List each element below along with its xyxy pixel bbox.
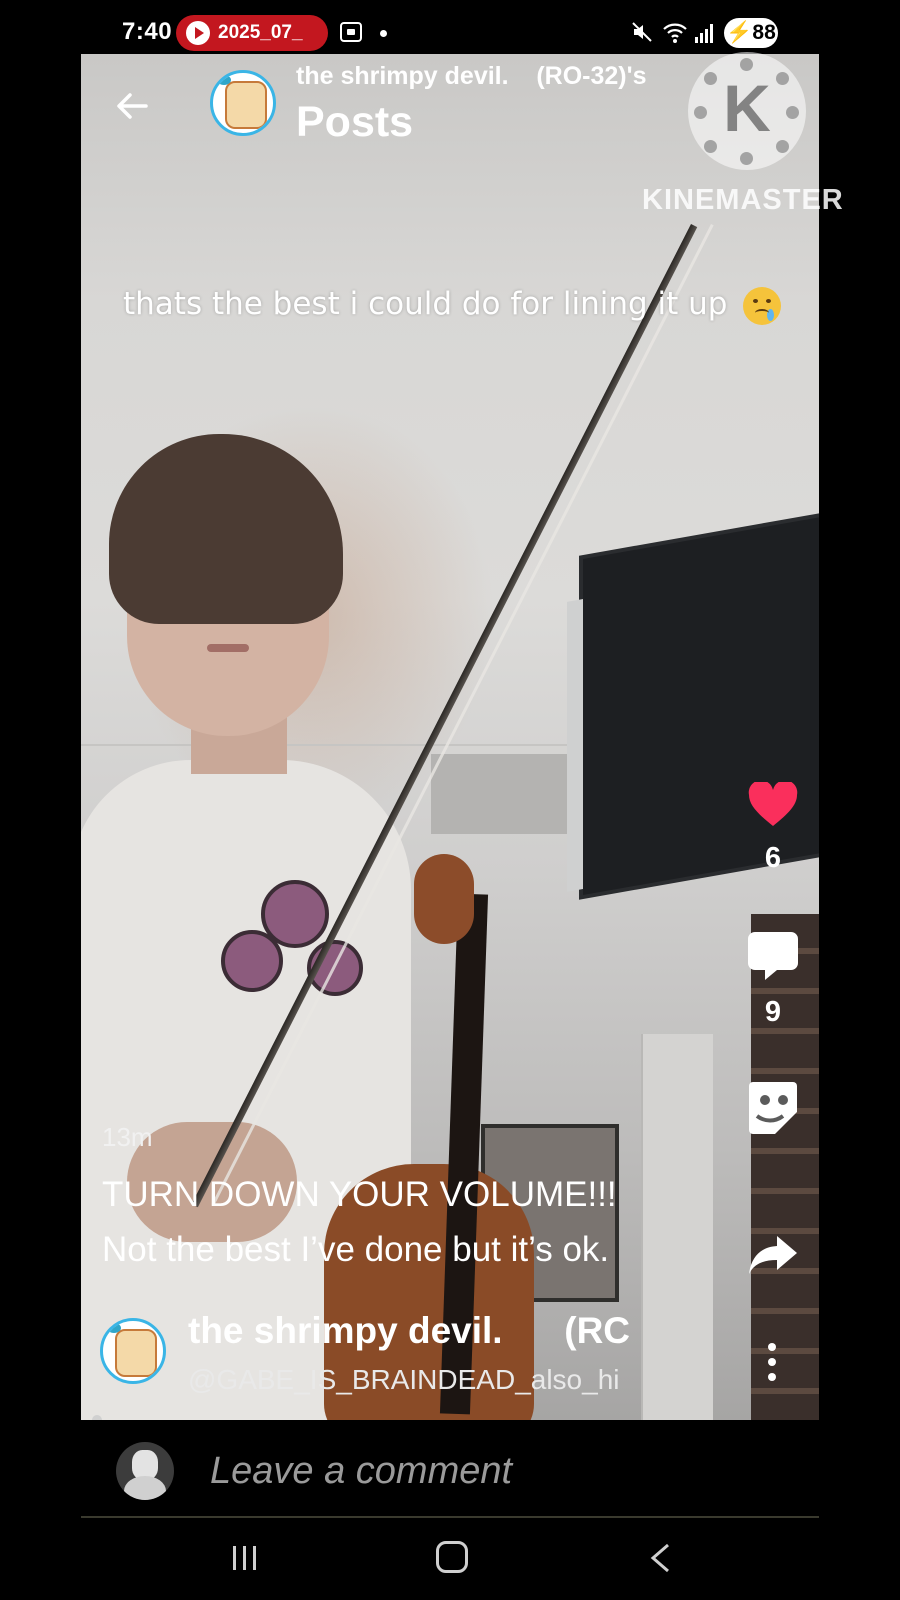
logo-dot	[740, 152, 753, 165]
kinemaster-logo: K	[688, 52, 806, 170]
video-player[interactable]: thats the best i could do for lining it …	[81, 54, 819, 1420]
avatar-graphic	[225, 81, 267, 129]
avatar-graphic	[115, 1329, 157, 1377]
page-title: Posts	[296, 98, 414, 146]
scene-stairs	[751, 914, 819, 1420]
header-subtitle: the shrimpy devil. (RO-32)'s	[296, 62, 647, 90]
kinemaster-watermark: KINEMASTER	[642, 184, 844, 216]
share-icon[interactable]	[747, 1234, 799, 1276]
battery-level: 88	[752, 21, 776, 44]
comment-input[interactable]: Leave a comment	[210, 1450, 512, 1493]
video-caption: thats the best i could do for lining it …	[123, 286, 783, 325]
scene-hair	[109, 434, 343, 624]
screenshot-icon	[340, 22, 362, 42]
user-avatar	[116, 1442, 174, 1500]
comment-icon[interactable]	[747, 930, 799, 982]
home-icon[interactable]	[436, 1541, 468, 1573]
scene-violin-scroll	[414, 854, 474, 944]
post-timestamp: 13m	[102, 1122, 153, 1152]
post-body: Not the best I’ve done but it’s ok.	[102, 1230, 610, 1269]
charging-icon: ⚡	[726, 21, 753, 44]
scene-mouth	[207, 644, 249, 652]
notification-dot-icon	[380, 30, 387, 37]
more-vertical-icon[interactable]	[764, 1342, 780, 1382]
status-bar: 7:40 2025_07_ ⚡ 88	[0, 0, 900, 62]
back-icon[interactable]	[648, 1542, 672, 1574]
heart-icon[interactable]	[748, 782, 798, 828]
logo-dot	[740, 58, 753, 71]
recents-icon[interactable]	[230, 1543, 260, 1573]
signal-icon	[695, 24, 713, 43]
logo-dot	[694, 106, 707, 119]
wifi-icon	[663, 23, 687, 43]
author-avatar[interactable]	[100, 1318, 166, 1384]
video-caption-text: thats the best i could do for lining it …	[123, 286, 728, 322]
play-icon	[186, 21, 210, 45]
avatar-accent	[107, 1323, 121, 1333]
divider	[81, 1516, 819, 1518]
logo-dot	[776, 140, 789, 153]
header-avatar[interactable]	[210, 70, 276, 136]
post-title: TURN DOWN YOUR VOLUME!!!	[102, 1175, 617, 1214]
logo-dot	[786, 106, 799, 119]
author-name[interactable]: the shrimpy devil. (RC	[188, 1310, 648, 1352]
scene-monitor	[583, 513, 819, 895]
status-time: 7:40	[122, 18, 173, 45]
avatar-accent	[217, 75, 231, 85]
sticker-icon[interactable]	[747, 1080, 799, 1136]
crying-face-emoji-icon	[743, 286, 782, 325]
screen-recording-pill[interactable]: 2025_07_	[176, 15, 328, 51]
recording-label: 2025_07_	[218, 22, 303, 43]
back-arrow-icon[interactable]	[112, 86, 152, 126]
like-count: 6	[764, 842, 782, 874]
logo-dot	[704, 140, 717, 153]
battery-indicator: ⚡ 88	[724, 18, 778, 48]
scene-door	[641, 1034, 713, 1420]
mute-icon	[632, 22, 652, 42]
author-handle[interactable]: @GABE_IS_BRAINDEAD_also_hi	[188, 1364, 640, 1396]
comment-count: 9	[764, 996, 782, 1028]
shirt-graphic	[221, 930, 283, 992]
logo-dot	[704, 72, 717, 85]
logo-dot	[776, 72, 789, 85]
